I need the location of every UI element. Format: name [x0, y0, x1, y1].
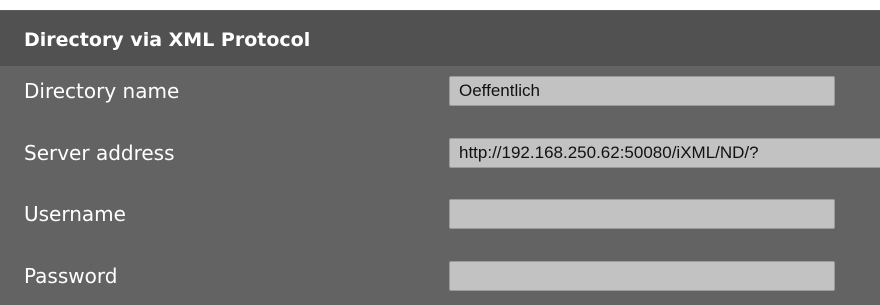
server-address-label: Server address	[24, 141, 175, 165]
section-header: Directory via XML Protocol	[0, 10, 880, 66]
top-divider	[0, 0, 880, 10]
section-title: Directory via XML Protocol	[24, 29, 311, 51]
username-input[interactable]	[449, 199, 835, 229]
settings-panel: Directory via XML Protocol Directory nam…	[0, 0, 880, 305]
server-address-input[interactable]: http://192.168.250.62:50080/iXML/ND/?	[449, 138, 880, 168]
directory-name-value: Oeffentlich	[459, 81, 540, 100]
directory-name-input[interactable]: Oeffentlich	[449, 76, 835, 106]
username-label: Username	[24, 202, 126, 226]
directory-name-label: Directory name	[24, 79, 180, 103]
server-address-value: http://192.168.250.62:50080/iXML/ND/?	[459, 143, 759, 162]
password-input[interactable]	[449, 261, 835, 291]
password-label: Password	[24, 264, 118, 288]
